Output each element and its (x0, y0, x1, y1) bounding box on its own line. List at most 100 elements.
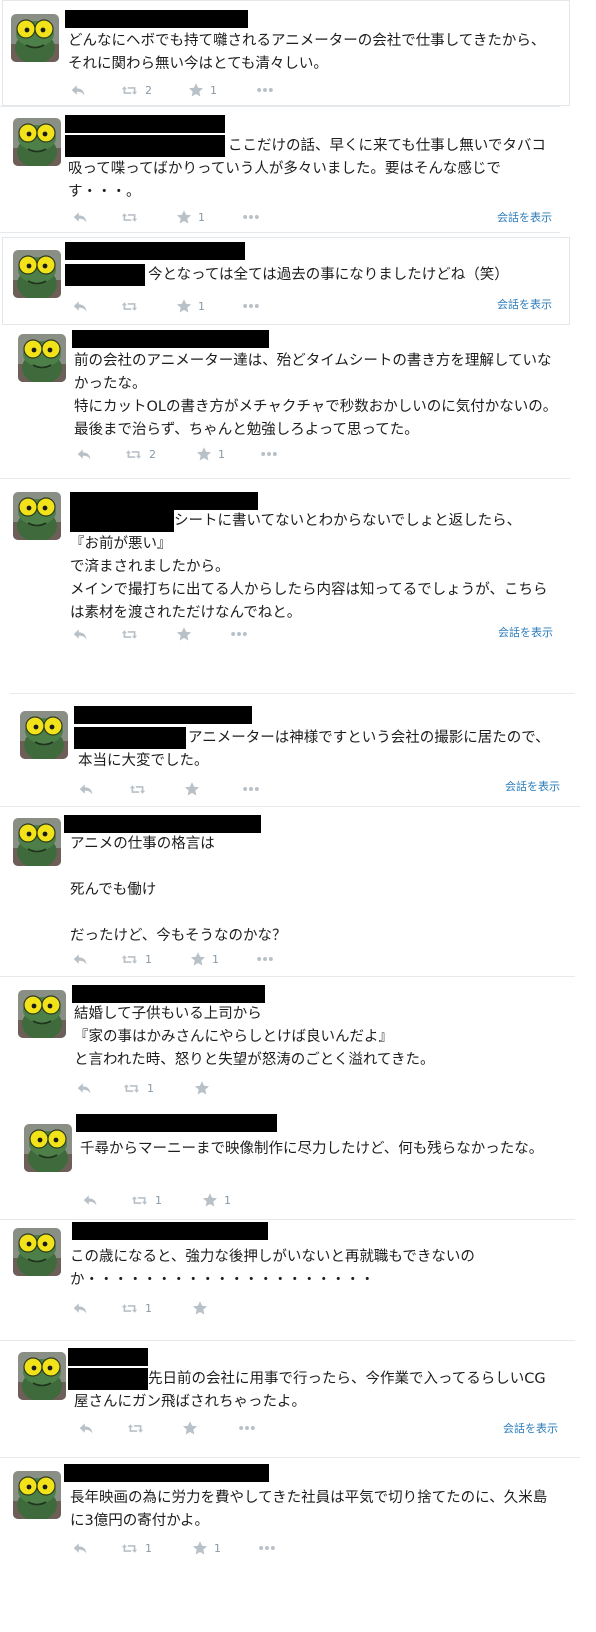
like-count: 1 (198, 210, 205, 224)
like-button[interactable] (182, 1418, 204, 1438)
retweet-button[interactable]: 2 (124, 444, 156, 464)
more-button[interactable] (242, 296, 260, 316)
redacted-username (74, 706, 252, 724)
retweet-button[interactable]: 2 (120, 80, 152, 100)
retweet-button[interactable] (120, 207, 145, 227)
reply-button[interactable] (72, 949, 89, 969)
avatar[interactable] (13, 492, 61, 540)
redacted-username (65, 10, 248, 28)
view-conversation-link[interactable]: 会話を表示 (498, 624, 553, 640)
divider (0, 1340, 575, 1341)
tweet-text: ここだけの話、早くに来ても仕事し無いでタバコ吸って喋ってばかりっていう人が多々い… (68, 138, 546, 200)
tweet-actions (78, 1418, 298, 1438)
like-count: 1 (198, 299, 205, 313)
divider (0, 976, 575, 977)
view-conversation-link[interactable]: 会話を表示 (503, 1420, 558, 1436)
view-conversation-link[interactable]: 会話を表示 (505, 778, 560, 794)
divider (0, 478, 570, 479)
avatar[interactable] (18, 1352, 66, 1400)
like-button[interactable] (194, 1078, 216, 1098)
like-button[interactable]: 1 (188, 80, 217, 100)
reply-icon (72, 1300, 89, 1317)
tweet-text: どんなにヘボでも持て囃されるアニメーターの会社で仕事してきたから、それに関わら無… (68, 33, 546, 72)
reply-icon (76, 446, 93, 463)
more-icon (256, 81, 274, 99)
avatar[interactable] (24, 1124, 72, 1172)
reply-button[interactable] (72, 1538, 89, 1558)
retweet-button[interactable]: 1 (120, 1298, 152, 1318)
tweet-actions: 1 (76, 1078, 296, 1098)
avatar[interactable] (13, 818, 61, 866)
like-button[interactable] (192, 1298, 214, 1318)
like-button[interactable]: 1 (202, 1190, 231, 1210)
reply-icon (82, 1192, 99, 1209)
like-button[interactable]: 1 (192, 1538, 221, 1558)
redacted-username (65, 242, 245, 260)
reply-icon (78, 1420, 95, 1437)
more-button[interactable] (260, 444, 278, 464)
reply-button[interactable] (78, 1418, 95, 1438)
reply-button[interactable] (72, 207, 89, 227)
star-icon (176, 209, 192, 225)
like-button[interactable]: 1 (196, 444, 225, 464)
avatar[interactable] (13, 118, 61, 166)
reply-button[interactable] (82, 1190, 99, 1210)
avatar[interactable] (13, 1471, 61, 1519)
reply-button[interactable] (76, 444, 93, 464)
more-icon (260, 445, 278, 463)
tweet-text: 長年映画の為に労力を費やしてきた社員は平気で切り捨てたのに、久米島に3億円の寄付… (70, 1490, 548, 1529)
avatar[interactable] (18, 334, 66, 382)
reply-button[interactable] (72, 296, 89, 316)
retweet-button[interactable]: 1 (120, 949, 152, 969)
reply-button[interactable] (72, 624, 89, 644)
retweet-button[interactable]: 1 (120, 1538, 152, 1558)
retweet-button[interactable] (128, 779, 153, 799)
avatar[interactable] (20, 711, 68, 759)
reply-button[interactable] (76, 1078, 93, 1098)
like-count: 1 (214, 1541, 221, 1555)
more-button[interactable] (242, 207, 260, 227)
retweet-button[interactable] (120, 296, 145, 316)
tweet-actions: 1 (72, 207, 292, 227)
more-button[interactable] (256, 80, 274, 100)
star-icon (192, 1300, 208, 1316)
retweet-button[interactable]: 1 (130, 1190, 162, 1210)
avatar[interactable] (13, 250, 61, 298)
like-button[interactable]: 1 (176, 207, 205, 227)
reply-button[interactable] (78, 779, 95, 799)
reply-button[interactable] (72, 1298, 89, 1318)
retweet-icon (120, 82, 139, 99)
avatar[interactable] (18, 990, 66, 1038)
more-button[interactable] (238, 1418, 256, 1438)
like-button[interactable] (176, 624, 198, 644)
retweet-button[interactable] (120, 624, 145, 644)
like-count: 1 (224, 1193, 231, 1207)
more-icon (258, 1539, 276, 1557)
view-conversation-link[interactable]: 会話を表示 (497, 209, 552, 225)
divider (0, 806, 580, 807)
reply-icon (72, 209, 89, 226)
more-button[interactable] (258, 1538, 276, 1558)
redacted-username (70, 492, 258, 510)
retweet-icon (126, 1420, 145, 1437)
retweet-button[interactable] (126, 1418, 151, 1438)
like-count: 1 (210, 83, 217, 97)
tweet-actions: 1 (72, 296, 292, 316)
more-button[interactable] (256, 949, 274, 969)
like-button[interactable]: 1 (190, 949, 219, 969)
like-button[interactable]: 1 (176, 296, 205, 316)
redacted-username (65, 115, 225, 133)
avatar[interactable] (13, 1228, 61, 1276)
redacted-username (76, 1114, 277, 1132)
retweet-icon (120, 626, 139, 643)
like-button[interactable] (184, 779, 206, 799)
tweet-text: 結婚して子供もいる上司から 『家の事はかみさんにやらしとけば良いんだよ』 と言わ… (74, 1006, 435, 1068)
reply-icon (72, 1540, 89, 1557)
more-button[interactable] (230, 624, 248, 644)
retweet-button[interactable]: 1 (122, 1078, 154, 1098)
more-button[interactable] (242, 779, 260, 799)
avatar[interactable] (11, 14, 59, 62)
view-conversation-link[interactable]: 会話を表示 (497, 296, 552, 312)
reply-button[interactable] (70, 80, 87, 100)
reply-icon (78, 781, 95, 798)
